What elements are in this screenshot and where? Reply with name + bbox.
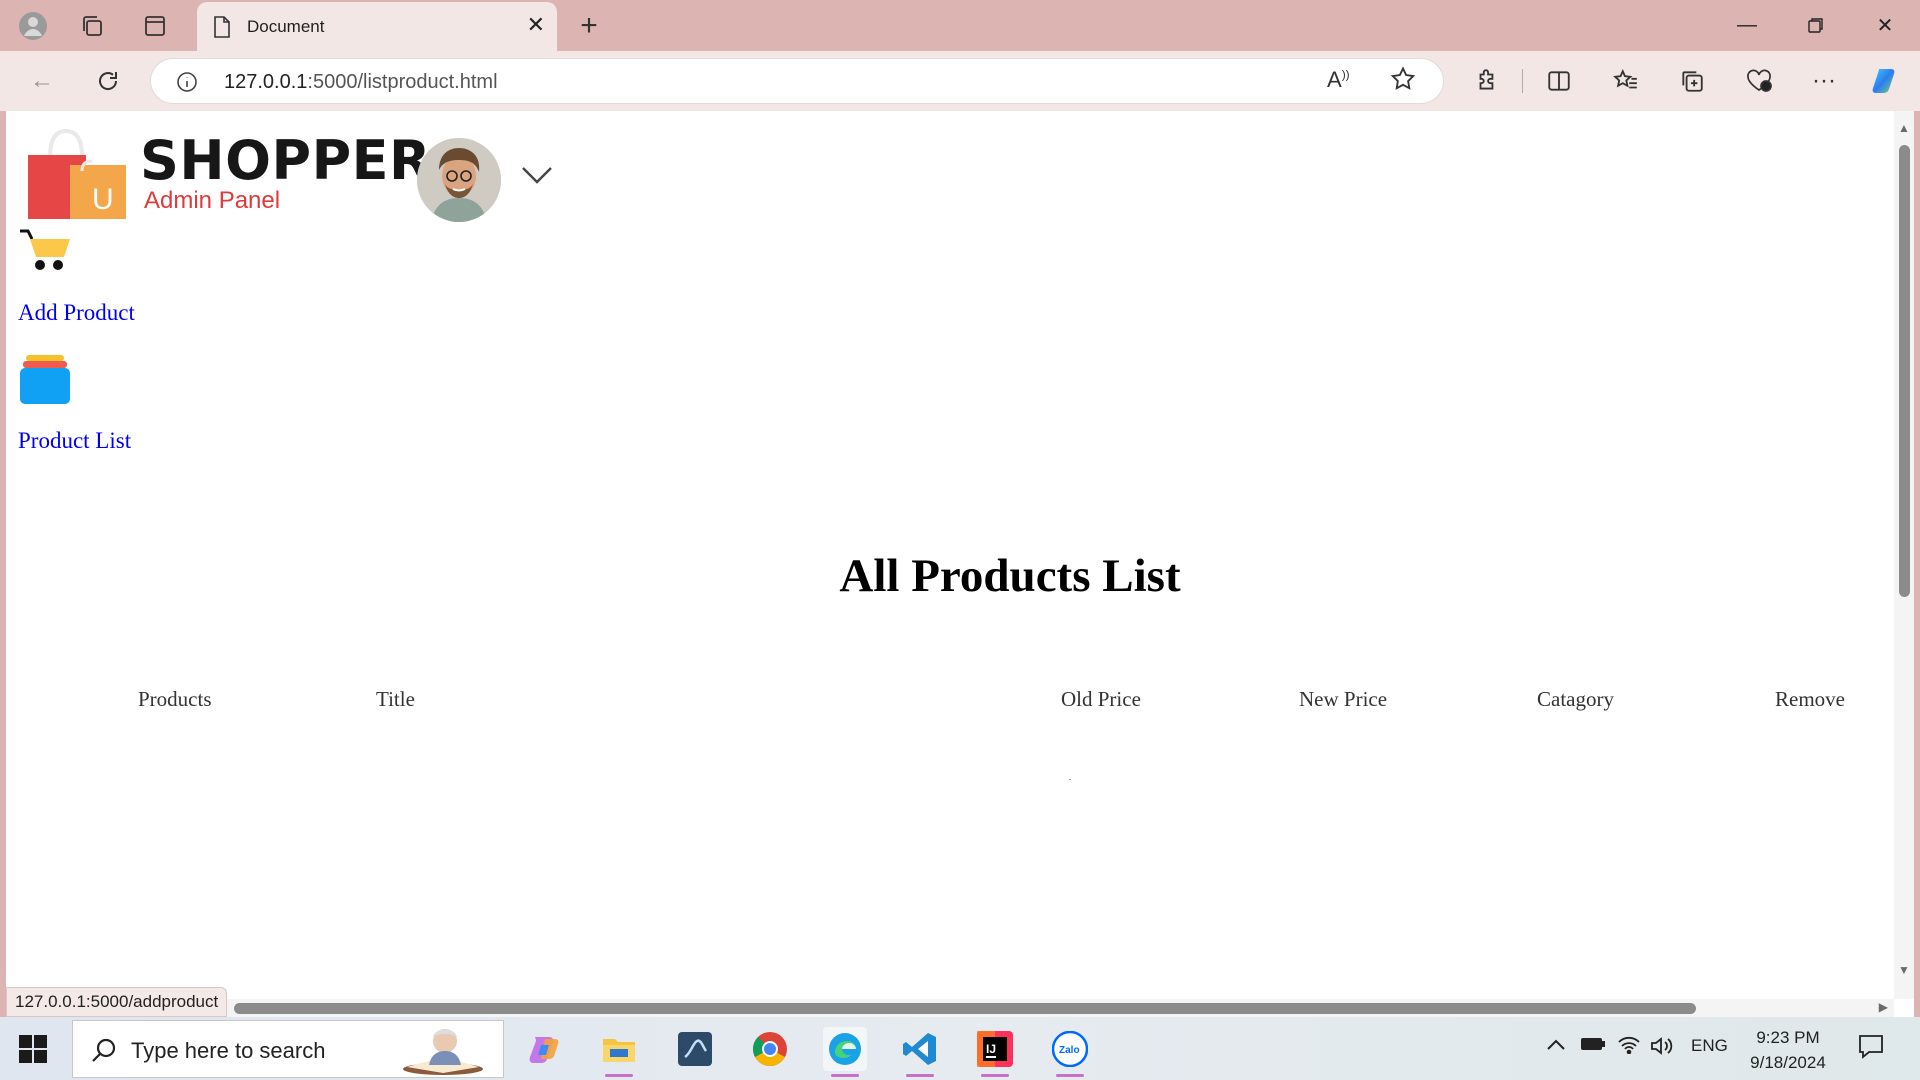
page-title: All Products List	[839, 550, 1181, 602]
vscode-icon[interactable]	[898, 1027, 942, 1077]
sidebar-link-product-list[interactable]: Product List	[18, 428, 131, 454]
app-running-indicator	[831, 1074, 859, 1077]
battery-icon[interactable]	[1580, 1036, 1606, 1057]
taskbar-search[interactable]: Type here to search	[72, 1020, 504, 1078]
page-viewport: U SHOPPER Admin Panel Add Product Produc…	[6, 111, 1914, 1017]
horizontal-scrollbar[interactable]: ▶	[6, 999, 1894, 1017]
restore-icon[interactable]	[1796, 10, 1836, 40]
tab-actions-icon[interactable]	[139, 10, 171, 42]
profile-icon[interactable]	[17, 10, 49, 42]
copilot-icon[interactable]	[1870, 65, 1902, 97]
refresh-icon[interactable]	[91, 64, 125, 98]
show-hidden-icons[interactable]	[1546, 1036, 1566, 1056]
search-placeholder: Type here to search	[131, 1038, 326, 1063]
zalo-icon[interactable]: Zalo	[1048, 1027, 1092, 1077]
horizontal-scroll-thumb[interactable]	[234, 1003, 1696, 1014]
browser-titlebar: Document ✕ + — ✕	[0, 0, 1920, 51]
vertical-scroll-thumb[interactable]	[1899, 145, 1910, 597]
close-window-icon[interactable]: ✕	[1865, 10, 1905, 40]
address-bar[interactable]: 127.0.0.1:5000/listproduct.html A))	[150, 58, 1444, 104]
intellij-icon[interactable]: IJ	[973, 1027, 1017, 1077]
minimize-icon[interactable]: —	[1727, 10, 1767, 40]
clock-time: 9:23 PM	[1756, 1028, 1820, 1047]
edge-icon[interactable]	[823, 1027, 867, 1077]
url-text[interactable]: 127.0.0.1:5000/listproduct.html	[224, 71, 498, 94]
volume-icon[interactable]	[1650, 1036, 1674, 1061]
search-highlight-icon	[403, 1029, 483, 1075]
app-running-indicator	[981, 1074, 1009, 1077]
chevron-down-icon[interactable]	[520, 163, 554, 187]
wifi-icon[interactable]	[1617, 1036, 1641, 1059]
tab-document[interactable]: Document ✕	[197, 2, 557, 51]
vertical-scrollbar[interactable]: ▲ ▼	[1894, 111, 1914, 999]
admin-avatar[interactable]	[417, 138, 501, 222]
language-indicator[interactable]: ENG	[1691, 1036, 1728, 1056]
column-header-new-price: New Price	[1299, 687, 1388, 711]
chrome-icon[interactable]	[748, 1027, 792, 1071]
site-info-icon[interactable]	[176, 71, 198, 93]
page-icon	[214, 16, 230, 38]
close-tab-icon[interactable]: ✕	[527, 14, 545, 36]
favorite-star-icon[interactable]	[1389, 65, 1417, 98]
list-icon[interactable]	[18, 355, 72, 405]
back-icon[interactable]: ←	[25, 64, 59, 98]
brand-name: SHOPPER	[140, 129, 432, 192]
copilot-app-icon[interactable]	[523, 1027, 567, 1071]
shopping-bag-logo: U	[28, 128, 126, 219]
search-icon	[92, 1038, 116, 1062]
svg-text:U: U	[92, 183, 114, 216]
workspaces-icon[interactable]	[76, 10, 108, 42]
clock-date: 9/18/2024	[1750, 1053, 1826, 1072]
notifications-icon[interactable]	[1857, 1033, 1885, 1064]
new-tab-icon[interactable]: +	[573, 9, 605, 42]
app-running-indicator	[1056, 1074, 1084, 1077]
file-explorer-icon[interactable]	[597, 1027, 641, 1077]
more-options-icon[interactable]: ···	[1808, 65, 1840, 97]
column-header-remove: Remove	[1775, 687, 1845, 711]
collections-icon[interactable]	[1676, 65, 1708, 97]
split-screen-icon[interactable]	[1543, 65, 1575, 97]
scroll-up-icon[interactable]: ▲	[1898, 121, 1910, 135]
toolbar-divider	[1522, 69, 1523, 93]
table-divider	[1069, 779, 1071, 780]
cart-icon[interactable]	[18, 227, 74, 273]
column-header-category: Catagory	[1537, 687, 1614, 711]
scroll-right-icon[interactable]: ▶	[1879, 1000, 1888, 1014]
app-running-indicator	[605, 1074, 633, 1077]
svg-text:IJ: IJ	[986, 1042, 996, 1056]
system-clock[interactable]: 9:23 PM 9/18/2024	[1738, 1025, 1838, 1075]
column-header-old-price: Old Price	[1061, 687, 1141, 711]
scroll-down-icon[interactable]: ▼	[1898, 963, 1910, 977]
app-running-indicator	[906, 1074, 934, 1077]
column-header-products: Products	[138, 687, 212, 711]
mysql-workbench-icon[interactable]	[673, 1027, 717, 1071]
sidebar-link-add-product[interactable]: Add Product	[18, 300, 135, 326]
column-header-title: Title	[376, 687, 415, 711]
taskbar: Type here to search IJ Zalo ENG 9:23 PM …	[0, 1017, 1920, 1080]
read-aloud-icon[interactable]: A))	[1327, 67, 1350, 93]
browser-toolbar: ← 127.0.0.1:5000/listproduct.html A)) ··…	[0, 51, 1920, 111]
favorites-icon[interactable]	[1610, 65, 1642, 97]
extensions-icon[interactable]	[1471, 65, 1503, 97]
browser-essentials-icon[interactable]	[1743, 65, 1775, 97]
tab-title: Document	[247, 17, 325, 36]
svg-text:Zalo: Zalo	[1059, 1045, 1080, 1056]
link-status-bubble: 127.0.0.1:5000/addproduct	[6, 987, 228, 1017]
brand-subtitle: Admin Panel	[144, 187, 281, 214]
windows-start-icon[interactable]	[18, 1034, 48, 1064]
